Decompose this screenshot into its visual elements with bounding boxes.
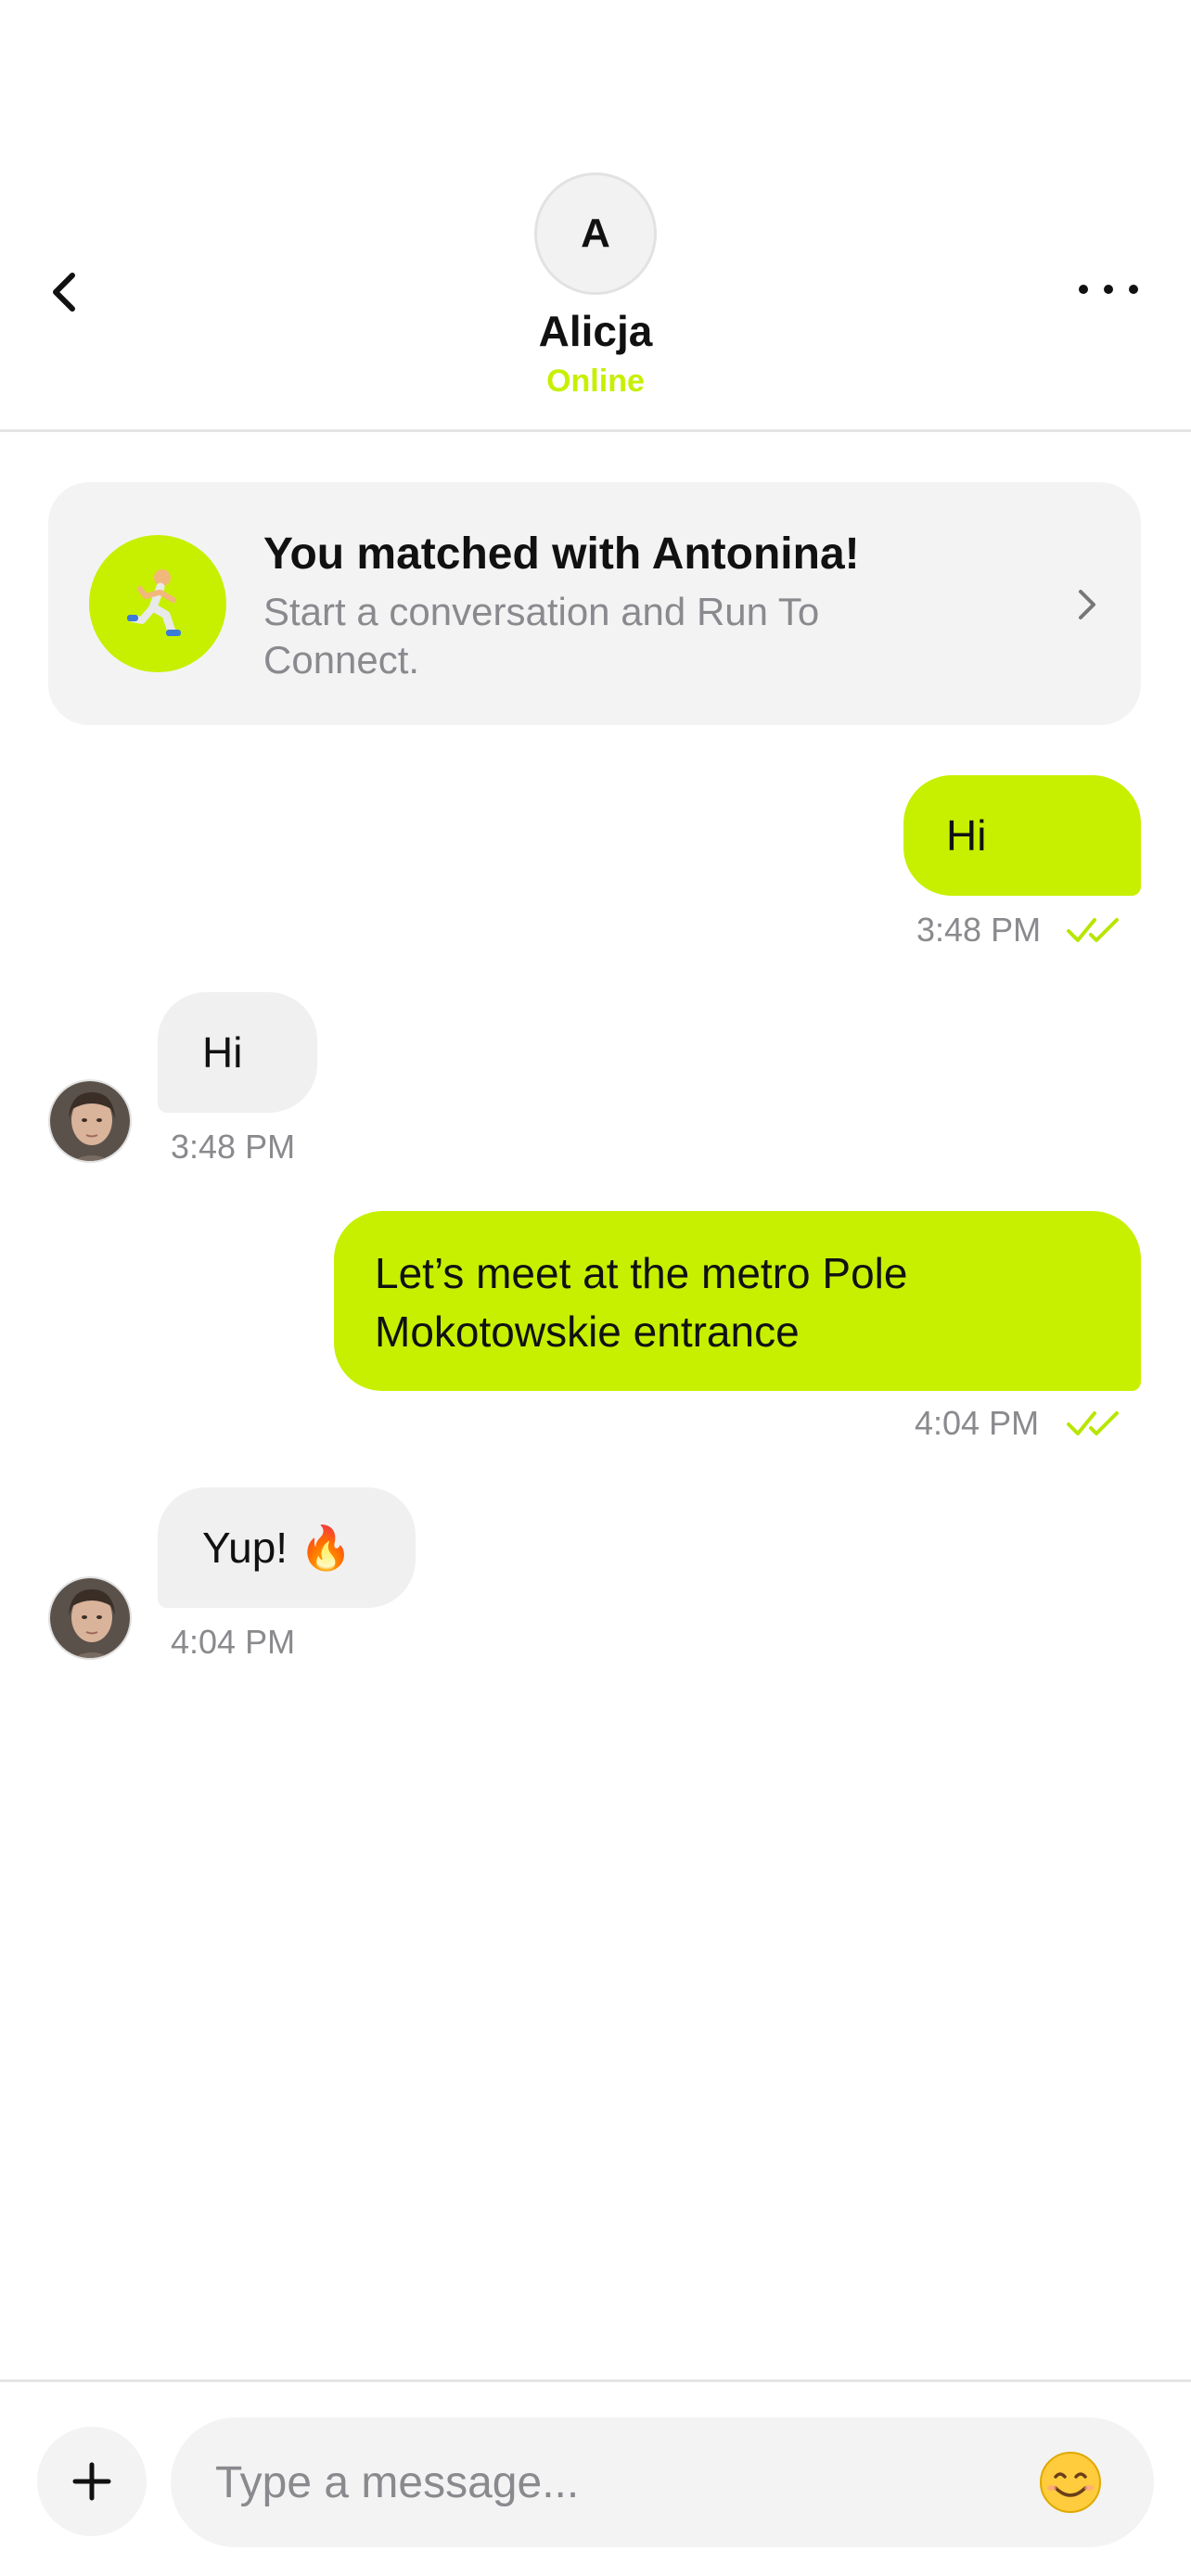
- contact-avatar[interactable]: A: [534, 172, 657, 295]
- contact-name[interactable]: Alicja: [0, 306, 1191, 356]
- plus-icon: [72, 2462, 111, 2501]
- double-check-icon: [1067, 918, 1119, 942]
- outgoing-message-bubble[interactable]: Hi: [903, 775, 1141, 896]
- message-timestamp: 3:48 PM: [171, 1128, 296, 1166]
- message-text: Let’s meet at the metro Pole Mokotowskie…: [375, 1249, 908, 1356]
- contact-photo: [50, 1081, 130, 1161]
- attach-button[interactable]: [37, 2427, 147, 2536]
- avatar-initial: A: [581, 210, 610, 256]
- more-horizontal-icon: [1079, 285, 1138, 294]
- message-timestamp: 4:04 PM: [171, 1623, 296, 1661]
- match-banner[interactable]: You matched with Antonina! Start a conve…: [48, 482, 1141, 725]
- match-subtitle: Start a conversation and Run To Connect.: [263, 590, 820, 682]
- incoming-message-bubble[interactable]: Hi: [158, 992, 317, 1113]
- chat-header: A Alicja Online: [0, 0, 1191, 432]
- smiley-emoji-icon[interactable]: [1037, 2449, 1104, 2516]
- online-status: Online: [546, 363, 645, 399]
- match-title: You matched with Antonina!: [263, 529, 860, 579]
- message-text: Hi: [202, 1028, 243, 1077]
- more-options-button[interactable]: [1067, 261, 1150, 317]
- double-check-icon: [1067, 1411, 1119, 1435]
- message-input[interactable]: [171, 2417, 1154, 2547]
- avatar[interactable]: [48, 1079, 132, 1163]
- message-timestamp: 4:04 PM: [915, 1404, 1040, 1442]
- incoming-message-bubble[interactable]: Yup! 🔥: [158, 1487, 416, 1608]
- chevron-right-icon: [1069, 584, 1106, 625]
- message-composer: [0, 2379, 1191, 2576]
- contact-photo: [50, 1578, 130, 1658]
- message-timestamp: 3:48 PM: [916, 911, 1042, 949]
- runner-emoji-icon: [89, 535, 226, 672]
- outgoing-message-bubble[interactable]: Let’s meet at the metro Pole Mokotowskie…: [334, 1211, 1141, 1391]
- avatar[interactable]: [48, 1576, 132, 1660]
- message-text: Hi: [946, 811, 987, 860]
- message-text: Yup! 🔥: [202, 1524, 353, 1572]
